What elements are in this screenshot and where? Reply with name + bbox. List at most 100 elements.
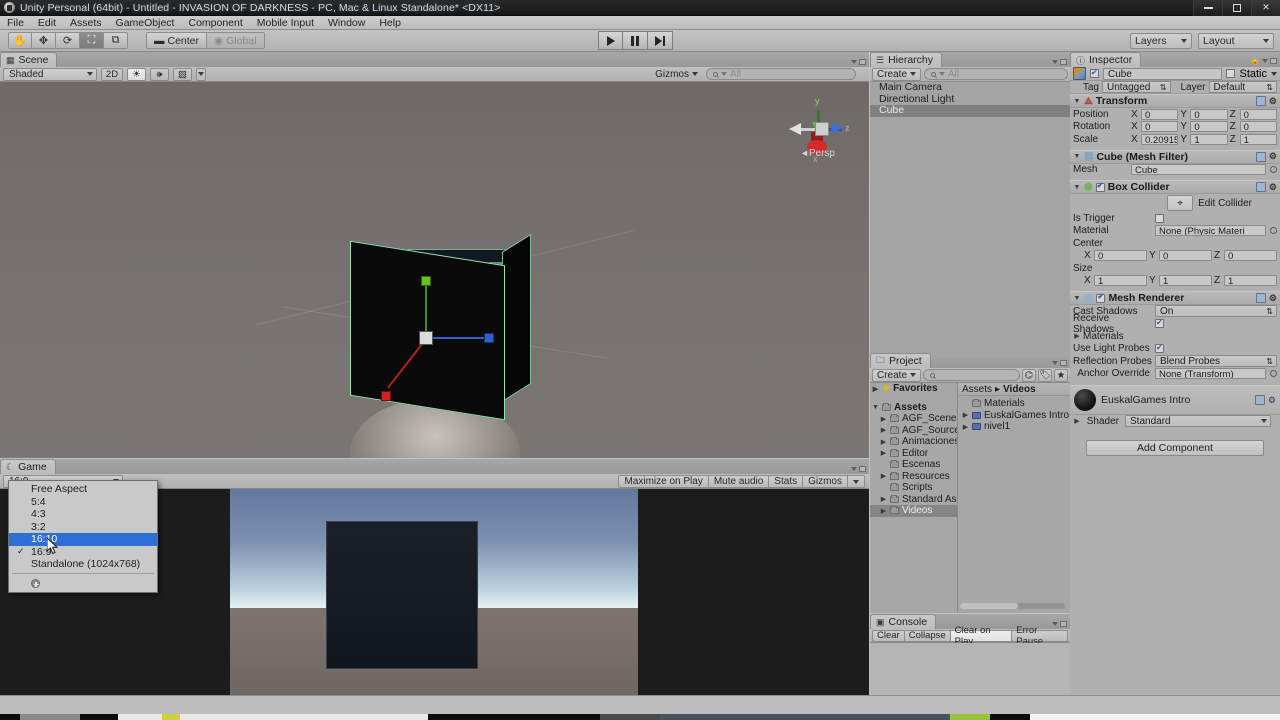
move-tool-icon[interactable]: ✥ (32, 32, 56, 49)
gear-icon[interactable]: ⚙ (1268, 395, 1276, 406)
add-component-button[interactable]: Add Component (1086, 439, 1264, 456)
pause-button[interactable] (623, 31, 648, 50)
scene-cube-object[interactable] (330, 208, 545, 433)
shader-dropdown[interactable]: Standard (1125, 415, 1271, 428)
size-z-field[interactable]: 1 (1224, 275, 1277, 287)
maximize-on-play-button[interactable]: Maximize on Play (618, 475, 709, 488)
center-y-field[interactable]: 0 (1159, 250, 1212, 262)
box-collider-component-header[interactable]: ▼ ⬢ Box Collider ⚙ (1070, 180, 1280, 194)
menu-mobile-input[interactable]: Mobile Input (250, 16, 321, 30)
static-checkbox[interactable] (1226, 69, 1236, 78)
console-collapse-button[interactable]: Collapse (904, 629, 951, 642)
gear-icon[interactable]: ⚙ (1269, 293, 1277, 304)
tab-console[interactable]: ▣ Console (870, 614, 937, 629)
project-create-button[interactable]: Create (872, 368, 922, 382)
maximize-button[interactable] (1222, 0, 1251, 16)
gear-icon[interactable]: ⚙ (1269, 151, 1277, 162)
scale-tool-icon[interactable]: ⛶ (80, 32, 104, 49)
is-trigger-checkbox[interactable] (1155, 213, 1164, 223)
scene-gizmos-dropdown[interactable]: Gizmos (651, 68, 702, 81)
help-icon[interactable] (1255, 293, 1266, 303)
toggle-2d-button[interactable]: 2D (101, 67, 123, 81)
menu-edit[interactable]: Edit (31, 16, 63, 30)
aspect-ratio-menu[interactable]: Free Aspect 5:4 4:3 3:2 16:10 ✓ 16:9 Sta… (8, 480, 158, 593)
static-dropdown-icon[interactable] (1271, 71, 1277, 76)
menu-window[interactable]: Window (321, 16, 372, 30)
gear-icon[interactable]: ⚙ (1269, 96, 1277, 107)
menu-assets[interactable]: Assets (63, 16, 109, 30)
scene-projection-label[interactable]: ◄Persp (800, 148, 835, 159)
space-mode-button[interactable]: ◉ Global (207, 32, 265, 49)
size-y-field[interactable]: 1 (1159, 275, 1212, 287)
position-x-field[interactable]: 0 (1141, 108, 1179, 120)
hierarchy-search-input[interactable]: All (924, 68, 1068, 80)
shading-mode-dropdown[interactable]: Shaded (3, 67, 97, 81)
project-tree-item[interactable]: Escenas (870, 459, 957, 471)
transform-component-header[interactable]: ▼ ⟁ Transform ⚙ (1070, 94, 1280, 108)
scene-lighting-icon[interactable]: ☀ (127, 67, 146, 81)
help-icon[interactable] (1255, 151, 1266, 162)
expand-arrow-icon[interactable]: ▶ (880, 449, 887, 457)
mesh-filter-component-header[interactable]: ▼ ▤ Cube (Mesh Filter) ⚙ (1070, 149, 1280, 164)
hand-tool-icon[interactable]: ✋ (8, 32, 32, 49)
expand-arrow-icon[interactable]: ▶ (880, 426, 887, 434)
expand-arrow-icon[interactable]: ▶ (962, 423, 969, 431)
layers-dropdown[interactable]: Layers (1130, 33, 1192, 49)
tag-dropdown[interactable]: Untagged ⇅ (1102, 81, 1171, 93)
console-clear-button[interactable]: Clear (872, 629, 905, 642)
project-content-item[interactable]: ▶ EuskalGames Intro (958, 410, 1070, 422)
inspector-panel-menu[interactable]: 🔒 (1250, 56, 1277, 65)
layout-dropdown[interactable]: Layout (1198, 33, 1274, 49)
rect-tool-icon[interactable]: ⧉ (104, 32, 128, 49)
aspect-menu-add-button[interactable] (9, 576, 157, 592)
position-z-field[interactable]: 0 (1239, 108, 1277, 120)
collapse-arrow-icon[interactable]: ▼ (872, 404, 879, 411)
use-light-probes-checkbox[interactable] (1155, 343, 1164, 354)
scene-viewport[interactable]: y z x ◄Persp (0, 82, 869, 458)
aspect-menu-item-16-9[interactable]: ✓ 16:9 (9, 546, 157, 559)
minimize-button[interactable] (1193, 0, 1222, 16)
size-x-field[interactable]: 1 (1094, 275, 1147, 287)
project-tree-item[interactable]: ▶ Resources (870, 471, 957, 483)
expand-arrow-icon[interactable]: ▶ (1073, 332, 1081, 340)
hierarchy-panel-menu[interactable] (1052, 59, 1067, 65)
play-button[interactable] (598, 31, 623, 50)
gear-icon[interactable]: ⚙ (1269, 182, 1277, 193)
tab-game[interactable]: ☾ Game (0, 459, 56, 474)
scene-fx-icon[interactable]: ▧ (173, 67, 192, 81)
gizmo-center-handle[interactable] (419, 331, 433, 345)
anchor-override-field[interactable]: None (Transform) (1155, 368, 1266, 380)
project-tree-item-videos[interactable]: ▶ Videos (870, 505, 957, 517)
console-clear-on-play-button[interactable]: Clear on Play (950, 625, 1013, 647)
object-picker-icon[interactable] (1270, 166, 1277, 174)
mesh-renderer-enabled-checkbox[interactable] (1096, 292, 1106, 303)
expand-arrow-icon[interactable]: ▶ (880, 507, 887, 515)
rotation-x-field[interactable]: 0 (1141, 121, 1179, 133)
cast-shadows-dropdown[interactable]: On ⇅ (1155, 305, 1277, 318)
collapse-arrow-icon[interactable]: ▼ (1073, 153, 1081, 160)
object-picker-icon[interactable] (1270, 227, 1277, 235)
project-favorites-row[interactable]: ▶ ★ Favorites (870, 383, 957, 395)
tab-inspector[interactable]: ⓘ Inspector (1070, 52, 1142, 67)
tab-hierarchy[interactable]: ☰ Hierarchy (870, 52, 943, 67)
tab-scene[interactable]: ▦ Scene (0, 52, 58, 67)
game-gizmos-button[interactable]: Gizmos (803, 475, 848, 488)
aspect-menu-item-16-10[interactable]: 16:10 (9, 533, 157, 546)
gizmo-y-handle[interactable] (421, 276, 431, 286)
close-button[interactable]: ✕ (1251, 0, 1280, 16)
project-assets-row[interactable]: ▼ Assets (870, 402, 957, 414)
aspect-menu-item-3-2[interactable]: 3:2 (9, 521, 157, 534)
project-filter-label-icon[interactable]: 🏷 (1037, 368, 1052, 382)
scale-z-field[interactable]: 1 (1239, 133, 1277, 145)
aspect-menu-item-5-4[interactable]: 5:4 (9, 496, 157, 509)
position-y-field[interactable]: 0 (1190, 108, 1228, 120)
project-content-item[interactable]: Materials (958, 398, 1070, 410)
game-panel-menu[interactable] (851, 466, 866, 472)
transform-gizmo[interactable] (381, 276, 494, 401)
project-favorites-icon[interactable]: ★ (1054, 368, 1068, 382)
collapse-arrow-icon[interactable]: ▼ (1073, 295, 1081, 302)
scene-fx-dropdown[interactable] (196, 67, 206, 81)
help-icon[interactable] (1255, 182, 1266, 192)
center-x-field[interactable]: 0 (1094, 250, 1147, 262)
rotation-z-field[interactable]: 0 (1239, 121, 1277, 133)
